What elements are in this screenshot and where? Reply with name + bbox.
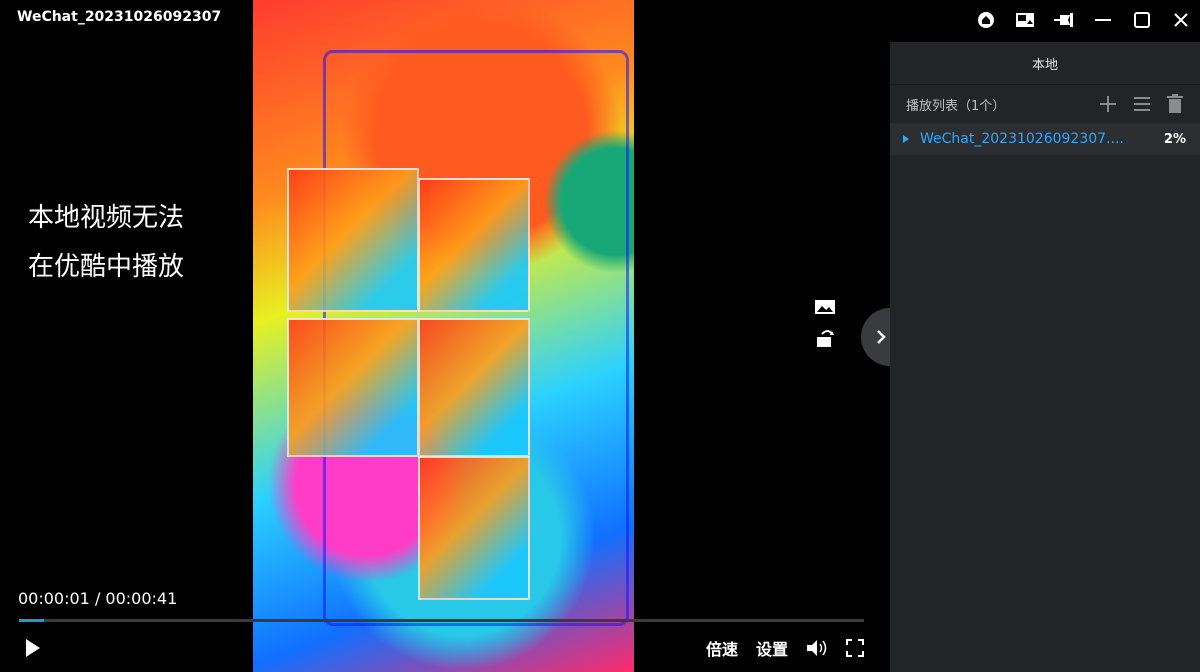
maximize-button[interactable] [1122, 1, 1161, 39]
playlist-title: 播放列表（1个） [906, 98, 1006, 114]
list-icon[interactable] [1132, 95, 1152, 113]
playlist-sidebar: 本地 播放列表（1个） WeChat_20231026092307.... 2% [890, 42, 1200, 672]
message-line-2: 在优酷中播放 [28, 252, 185, 282]
video-panel [287, 168, 419, 312]
player-controls-right: 倍速 设置 [706, 636, 864, 660]
trash-icon[interactable] [1166, 94, 1184, 114]
close-button[interactable] [1161, 1, 1200, 39]
playlist-item[interactable]: WeChat_20231026092307.... 2% [890, 123, 1200, 155]
picture-in-picture-icon [1015, 13, 1034, 27]
pin-icon [1053, 13, 1073, 27]
play-button[interactable] [20, 636, 44, 660]
video-side-tools [814, 298, 836, 348]
rotate-icon[interactable] [814, 328, 836, 348]
video-panel [418, 178, 530, 312]
playlist-item-name: WeChat_20231026092307.... [920, 131, 1124, 147]
window-controls [890, 0, 1200, 40]
fullscreen-icon[interactable] [846, 639, 864, 657]
video-panel [418, 456, 530, 600]
sidebar-tab-local[interactable]: 本地 [890, 42, 1200, 85]
screenshot-icon[interactable] [814, 298, 836, 316]
maximize-icon [1133, 12, 1150, 28]
home-icon [977, 12, 994, 28]
playing-indicator-icon [903, 135, 909, 143]
add-icon[interactable] [1098, 94, 1118, 114]
close-icon [1173, 13, 1188, 27]
minimize-icon [1094, 19, 1111, 21]
window-title: WeChat_20231026092307 [17, 9, 222, 25]
picture-in-picture-button[interactable] [1005, 1, 1044, 39]
settings-button[interactable]: 设置 [756, 636, 788, 660]
home-button[interactable] [966, 1, 1005, 39]
minimize-button[interactable] [1083, 1, 1122, 39]
playlist-toolbar: 播放列表（1个） [890, 85, 1200, 123]
time-separator: / [89, 589, 106, 608]
video-frame[interactable] [253, 0, 634, 672]
video-panel [287, 318, 419, 457]
volume-icon[interactable] [806, 639, 828, 657]
progress-bar[interactable] [19, 619, 864, 622]
playback-time: 00:00:01 / 00:00:41 [18, 589, 177, 608]
play-icon [26, 639, 40, 657]
progress-fill [19, 619, 45, 622]
playlist-item-progress: 2% [1163, 131, 1186, 147]
pin-button[interactable] [1044, 1, 1083, 39]
speed-button[interactable]: 倍速 [706, 636, 738, 660]
video-panel [418, 318, 530, 457]
unsupported-video-message: 本地视频无法 在优酷中播放 [28, 194, 184, 292]
chevron-right-icon [877, 330, 886, 344]
message-line-1: 本地视频无法 [28, 203, 185, 233]
playlist-actions [1098, 94, 1184, 114]
current-time: 00:00:01 [18, 589, 90, 608]
total-time: 00:00:41 [105, 589, 178, 608]
